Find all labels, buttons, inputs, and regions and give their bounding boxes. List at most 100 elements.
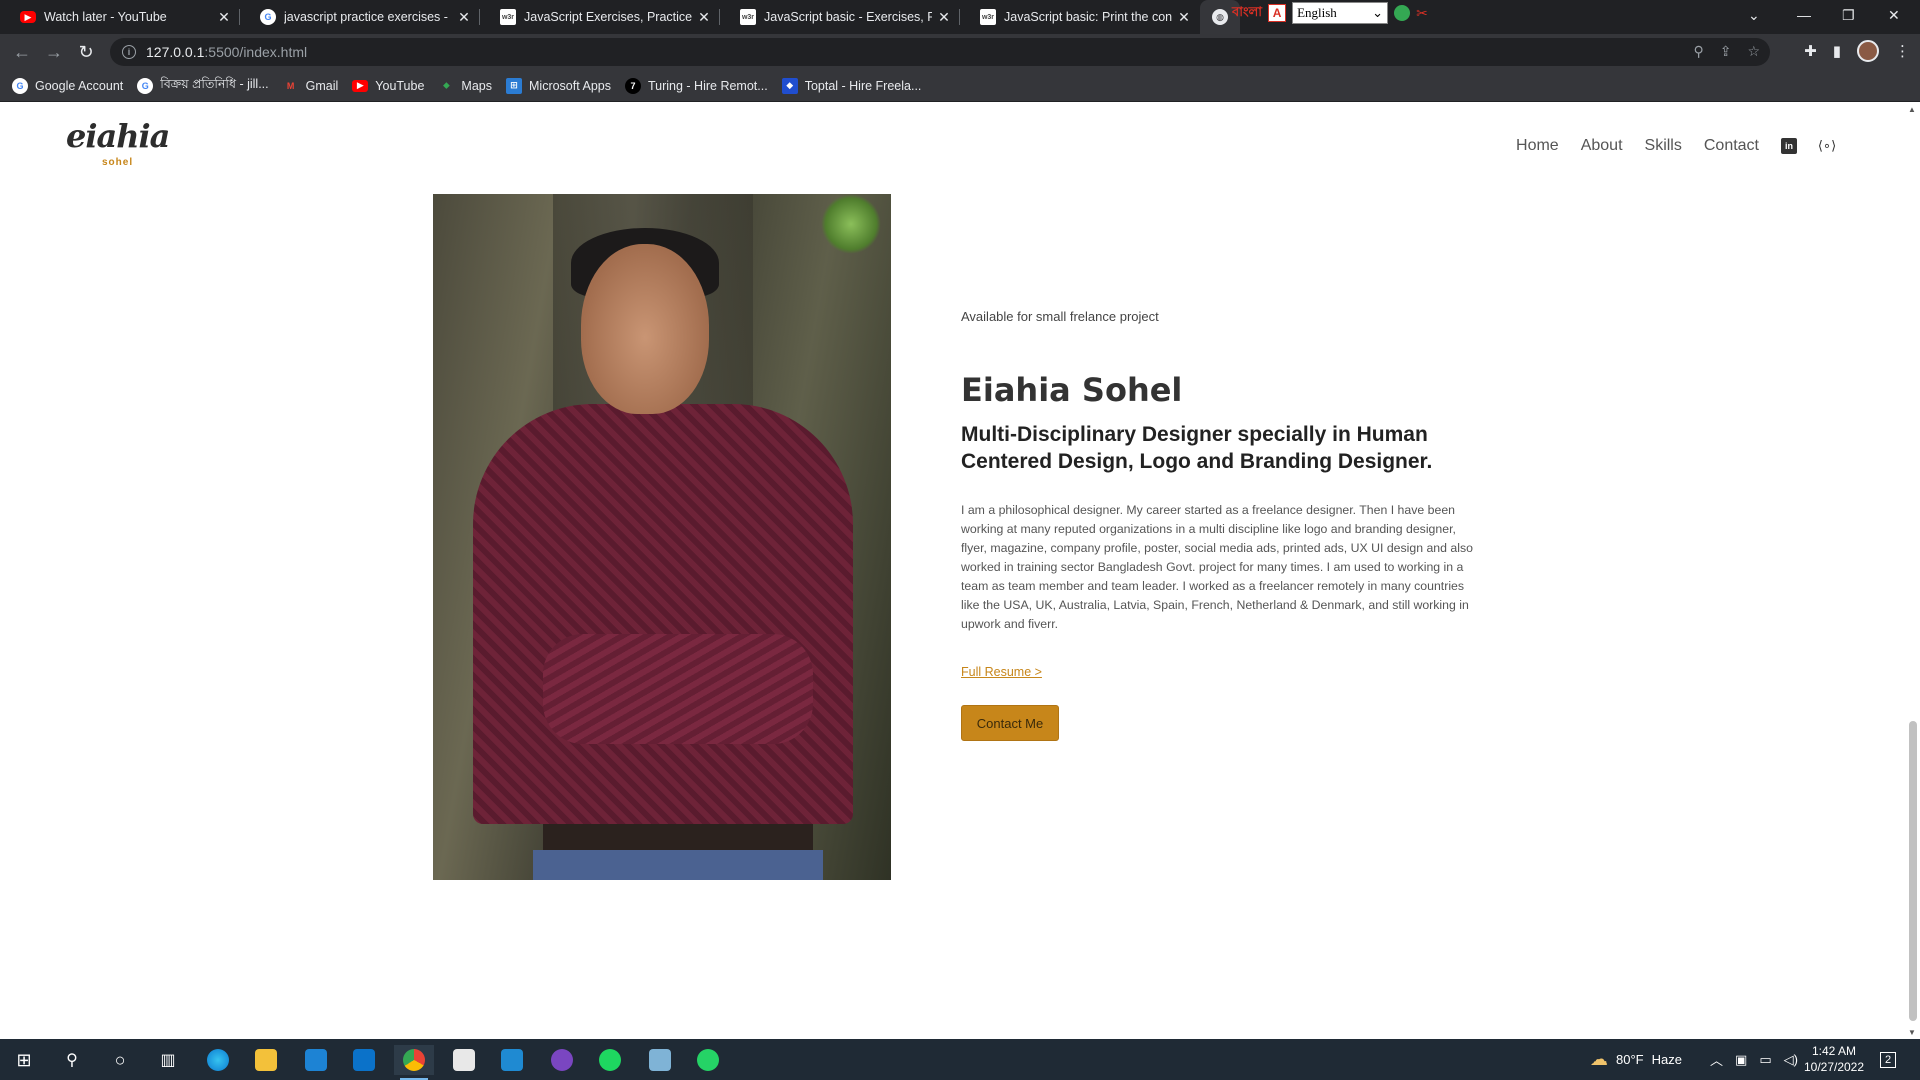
green-extension-icon[interactable] [1394,5,1411,21]
notification-center-icon[interactable]: 2 [1880,1039,1897,1080]
notes-app-icon[interactable] [640,1045,680,1075]
gmail-icon: M [286,80,295,91]
turing-icon: 7 [624,77,641,94]
extension-area: বাংলা A English ⌄ ✂ [1232,0,1428,26]
address-bar[interactable]: i 127.0.0.1:5500/index.html ⚲ ⇪ ☆ [110,38,1770,66]
profile-photo [433,194,891,880]
globe-icon: ◍ [1212,9,1228,25]
close-window-icon[interactable]: ✕ [1888,0,1904,30]
extensions-puzzle-icon[interactable]: ✚ [1804,42,1817,60]
browser-tab[interactable]: w3r JavaScript Exercises, Practice, Sol … [480,0,720,34]
side-panel-icon[interactable]: ▮ [1833,42,1841,60]
github-desktop-icon[interactable] [542,1045,582,1075]
share-icon[interactable]: ⇪ [1720,43,1732,60]
minimize-icon[interactable]: — [1797,0,1813,30]
store-icon[interactable] [296,1045,336,1075]
network-icon[interactable]: ▭ [1759,1052,1771,1068]
search-icon[interactable]: ⚲ [52,1045,92,1075]
share-icon[interactable]: ⟨∘⟩ [1818,138,1836,154]
close-tab-icon[interactable]: ✕ [216,9,232,26]
site-info-icon[interactable]: i [122,45,136,59]
snip-tool-icon[interactable] [444,1045,484,1075]
file-explorer-icon[interactable] [246,1045,286,1075]
bookmark-youtube[interactable]: ▶ YouTube [352,79,424,93]
browser-tab[interactable]: G javascript practice exercises - Go ✕ [240,0,480,34]
windows-start-icon[interactable]: ⊞ [4,1045,44,1075]
chrome-icon[interactable] [394,1045,434,1080]
page-title: Eiahia Sohel [961,371,1183,409]
back-icon[interactable]: ← [6,42,38,63]
windows-taskbar: ⊞ ⚲ ○ ▥ ☁ 80°F Haze ︿ ▣ ▭ ◁) 1:42 AM 10/… [0,1039,1920,1080]
weather-widget[interactable]: ☁ 80°F Haze [1590,1039,1682,1080]
page-scrollbar[interactable]: ▲ ▼ [1905,103,1920,1039]
close-tab-icon[interactable]: ✕ [1176,9,1192,26]
maps-icon: ⬥ [443,80,450,90]
tray-chevron-icon[interactable]: ︿ [1710,1050,1723,1069]
meet-now-icon[interactable]: ▣ [1735,1052,1747,1068]
red-extension-icon[interactable]: ✂ [1416,5,1428,22]
more-menu-icon[interactable]: ⋮ [1895,42,1910,60]
w3resource-icon: w3r [980,9,996,25]
google-icon: G [260,9,276,25]
mail-icon[interactable] [344,1045,384,1075]
forward-icon[interactable]: → [38,42,70,63]
bookmark-jill[interactable]: G বিক্রয় প্রতিনিধি - jill... [137,76,269,96]
close-tab-icon[interactable]: ✕ [936,9,952,26]
toptal-icon: ◆ [781,77,798,94]
bookmark-maps[interactable]: ⬥ Maps [438,78,492,94]
reload-icon[interactable]: ↻ [70,42,102,63]
google-icon: G [137,77,154,94]
bookmark-toptal[interactable]: ◆ Toptal - Hire Freela... [781,77,921,94]
google-icon: G [12,77,28,94]
spotify-icon[interactable] [590,1045,630,1075]
bookmark-microsoft-apps[interactable]: ⊞ Microsoft Apps [506,77,611,94]
browser-tab[interactable]: w3r JavaScript basic: Print the conten ✕ [960,0,1200,34]
site-logo[interactable]: eiahia sohel [66,117,176,177]
chevron-down-icon: ⌄ [1372,5,1384,20]
nav-contact[interactable]: Contact [1704,137,1759,155]
system-tray: ︿ ▣ ▭ ◁) [1710,1039,1798,1080]
browser-tab[interactable]: w3r JavaScript basic - Exercises, Pract … [720,0,960,34]
bookmark-google-account[interactable]: G Google Account [12,77,123,94]
scrollbar-thumb[interactable] [1909,721,1917,1021]
bangla-keyboard-extension[interactable]: বাংলা [1232,3,1262,24]
tagline: Multi-Disciplinary Designer specially in… [961,423,1433,473]
w3resource-icon: w3r [740,9,756,25]
youtube-icon: ▶ [20,11,36,23]
close-tab-icon[interactable]: ✕ [696,9,712,26]
volume-icon[interactable]: ◁) [1784,1052,1798,1068]
bookmark-turing[interactable]: 7 Turing - Hire Remot... [624,77,768,94]
weather-cloud-icon: ☁ [1590,1049,1608,1069]
restore-icon[interactable]: ❐ [1842,0,1858,30]
nav-about[interactable]: About [1581,137,1623,155]
bookmark-star-icon[interactable]: ☆ [1747,43,1760,60]
site-header: eiahia sohel Home About Skills Contact i… [0,103,1905,193]
linkedin-icon[interactable]: in [1781,138,1797,154]
full-resume-link[interactable]: Full Resume > [961,665,1042,679]
main-nav: Home About Skills Contact in ⟨∘⟩ [1516,137,1836,155]
browser-tab[interactable]: ▶ Watch later - YouTube ✕ [0,0,240,34]
whatsapp-icon[interactable] [688,1045,728,1075]
profile-avatar[interactable] [1857,40,1879,62]
browser-tab-strip: ▶ Watch later - YouTube ✕ G javascript p… [0,0,1920,34]
youtube-icon: ▶ [352,79,369,92]
cortana-icon[interactable]: ○ [100,1045,140,1075]
nav-home[interactable]: Home [1516,137,1559,155]
scroll-down-icon[interactable]: ▼ [1908,1028,1916,1037]
vscode-icon[interactable] [492,1045,532,1075]
close-tab-icon[interactable]: ✕ [456,9,472,26]
nav-skills[interactable]: Skills [1645,137,1682,155]
edge-icon[interactable] [198,1045,238,1075]
bookmark-gmail[interactable]: M Gmail [283,78,338,94]
microsoft-apps-icon: ⊞ [506,77,522,94]
pdf-icon[interactable]: A [1268,4,1287,22]
browser-toolbar: ← → ↻ i 127.0.0.1:5500/index.html ⚲ ⇪ ☆ … [0,34,1920,70]
zoom-icon[interactable]: ⚲ [1693,43,1703,60]
contact-me-button[interactable]: Contact Me [961,705,1059,741]
bio-text: I am a philosophical designer. My career… [961,503,1473,631]
language-select[interactable]: English ⌄ [1292,2,1389,24]
taskbar-clock[interactable]: 1:42 AM 10/27/2022 [1800,1043,1868,1075]
task-view-icon[interactable]: ▥ [148,1045,188,1075]
scroll-up-icon[interactable]: ▲ [1908,105,1916,114]
tab-search-icon[interactable]: ⌄ [1748,0,1772,30]
